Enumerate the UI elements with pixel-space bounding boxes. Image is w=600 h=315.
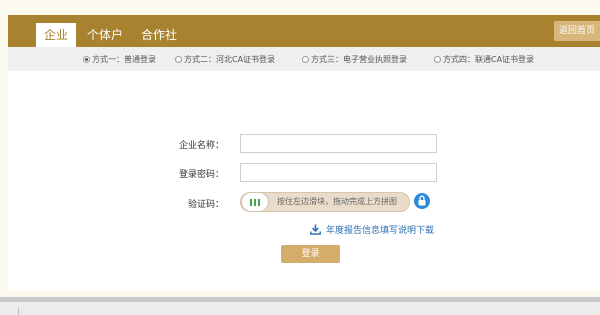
login-mode-e-license[interactable]: 方式三：电子营业执照登录 xyxy=(302,47,407,71)
download-link-text: 年度报告信息填写说明下载 xyxy=(326,225,435,236)
radio-unchecked-icon xyxy=(302,55,309,63)
login-mode-normal[interactable]: 方式一：普通登录 xyxy=(83,47,156,71)
captcha-slider-track[interactable]: 按住左边滑块，拖动完成上方拼图 xyxy=(240,192,410,212)
company-name-label: 企业名称： xyxy=(178,141,224,151)
download-icon xyxy=(310,224,321,235)
login-mode-hebei-ca[interactable]: 方式二：河北CA证书登录 xyxy=(175,47,275,71)
login-mode-unicom-ca[interactable]: 方式四：联通CA证书登录 xyxy=(434,47,534,71)
radio-checked-icon xyxy=(83,55,90,63)
login-button[interactable]: 登录 xyxy=(281,245,340,263)
entity-type-tabbar: 企业 个体户 合作社 返回首页 xyxy=(8,15,600,47)
grip-bars-icon[interactable] xyxy=(241,192,269,212)
login-panel: 企业 个体户 合作社 返回首页 方式一：普通登录 方式二：河北CA证书登录 方式… xyxy=(8,15,600,291)
divider xyxy=(18,308,19,315)
login-mode-label: 方式二：河北CA证书登录 xyxy=(184,54,276,64)
captcha-slider-hint: 按住左边滑块，拖动完成上方拼图 xyxy=(277,197,397,206)
password-input[interactable] xyxy=(240,163,437,182)
radio-unchecked-icon xyxy=(434,55,441,63)
tab-cooperative[interactable]: 合作社 xyxy=(138,25,180,47)
page-background: 企业 个体户 合作社 返回首页 方式一：普通登录 方式二：河北CA证书登录 方式… xyxy=(0,0,600,297)
login-mode-label: 方式三：电子营业执照登录 xyxy=(311,54,407,64)
lock-icon[interactable] xyxy=(414,193,430,209)
company-name-input[interactable] xyxy=(240,134,437,153)
login-mode-bar: 方式一：普通登录 方式二：河北CA证书登录 方式三：电子营业执照登录 方式四：联… xyxy=(8,47,600,71)
radio-unchecked-icon xyxy=(175,55,182,63)
tab-individual-business[interactable]: 个体户 xyxy=(84,25,126,47)
login-mode-label: 方式四：联通CA证书登录 xyxy=(443,54,535,64)
password-label: 登录密码： xyxy=(178,170,224,180)
bottom-scroll-area xyxy=(0,297,600,315)
report-guide-download-link[interactable]: 年度报告信息填写说明下载 xyxy=(310,222,434,236)
tab-enterprise[interactable]: 企业 xyxy=(36,23,76,47)
login-mode-label: 方式一：普通登录 xyxy=(92,54,156,64)
captcha-label: 验证码： xyxy=(187,200,224,210)
return-home-button[interactable]: 返回首页 xyxy=(554,21,600,41)
